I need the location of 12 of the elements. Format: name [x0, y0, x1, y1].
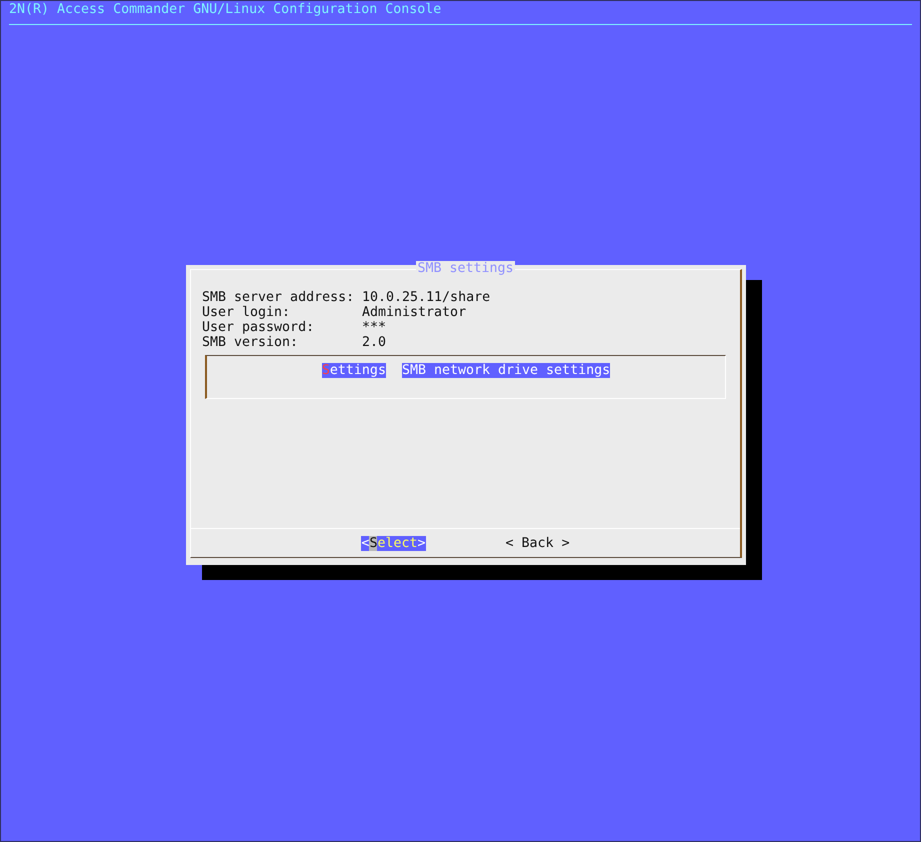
dialog-title: SMB settings [416, 261, 515, 277]
header-title: 2N(R) Access Commander GNU/Linux Configuration Console [9, 2, 442, 17]
field-label: SMB version: [202, 335, 300, 350]
field-label: User login: [202, 305, 292, 320]
back-button[interactable]: < Back > [506, 536, 570, 550]
field-label: SMB server address: [202, 290, 356, 305]
field-value: 10.0.25.11/share [362, 290, 492, 305]
select-button[interactable]: <Select> [361, 536, 426, 550]
field-value: Administrator [362, 305, 468, 320]
field-value: 2.0 [362, 335, 388, 350]
field-value: *** [362, 320, 388, 335]
field-label: User password: [202, 320, 316, 335]
